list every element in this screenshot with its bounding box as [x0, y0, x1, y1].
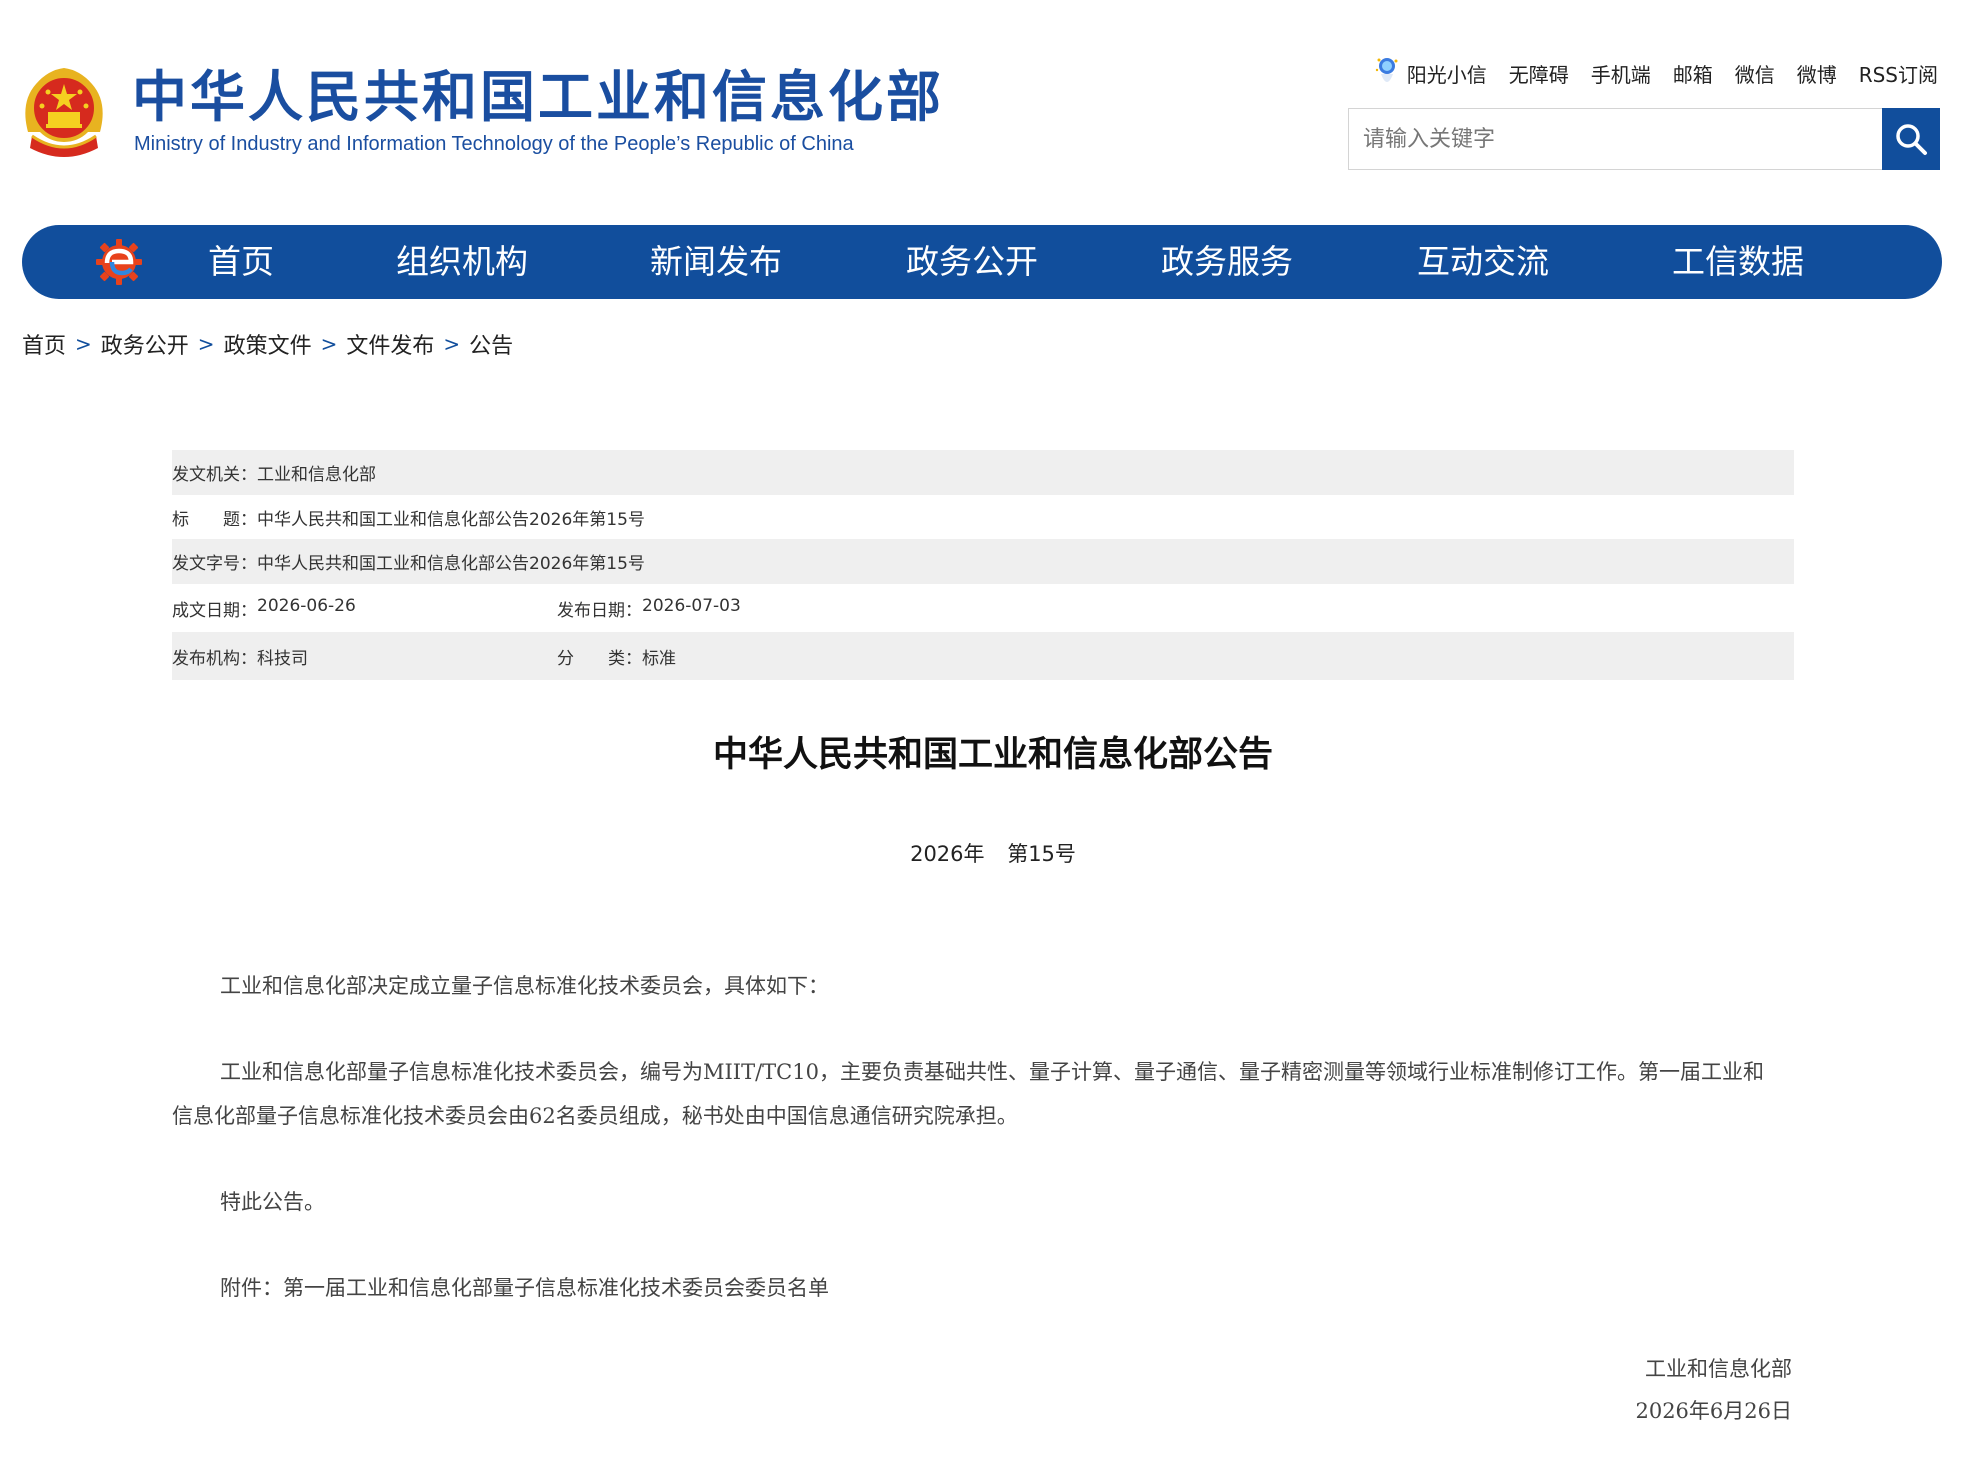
meta-label: 发文字号： — [172, 554, 257, 574]
document-number: 2026年 第15号 — [910, 842, 1076, 866]
meta-value-published: 2026-07-03 — [642, 595, 741, 616]
quicklink-wechat[interactable]: 微信 — [1735, 59, 1775, 88]
nav-item-news[interactable]: 新闻发布 — [650, 225, 782, 299]
site-title: 中华人民共和国工业和信息化部 — [132, 65, 945, 129]
meta-label: 成文日期： — [172, 600, 257, 621]
quicklink-sunny-xiaoxin[interactable]: 阳光小信 — [1373, 56, 1487, 90]
meta-value-category: 标准 — [642, 648, 676, 669]
quicklink-accessibility[interactable]: 无障碍 — [1509, 59, 1569, 88]
quicklink-weibo[interactable]: 微博 — [1797, 59, 1837, 88]
meta-row-title: 标 题： 中华人民共和国工业和信息化部公告2026年第15号 — [172, 495, 1794, 539]
breadcrumb-home[interactable]: 首页 — [22, 328, 66, 360]
meta-row-issuer: 发文机关： 工业和信息化部 — [172, 450, 1794, 495]
breadcrumb-document-release[interactable]: 文件发布 — [346, 328, 434, 360]
meta-row-docno: 发文字号： 中华人民共和国工业和信息化部公告2026年第15号 — [172, 539, 1794, 584]
quicklink-rss[interactable]: RSS订阅 — [1859, 59, 1938, 88]
nav-item-organization[interactable]: 组织机构 — [396, 225, 528, 299]
breadcrumb-announcement[interactable]: 公告 — [469, 328, 513, 360]
meta-row-dates: 成文日期： 2026-06-26 发布日期： 2026-07-03 — [172, 584, 1794, 632]
nav-item-data[interactable]: 工信数据 — [1672, 225, 1804, 299]
sunny-mascot-icon — [1375, 58, 1398, 82]
breadcrumb-separator: > — [320, 332, 338, 356]
quicklink-label: 阳光小信 — [1406, 62, 1487, 87]
document-meta-table: 发文机关： 工业和信息化部 标 题： 中华人民共和国工业和信息化部公告2026年… — [172, 450, 1794, 680]
signature-org: 工业和信息化部 — [1645, 1357, 1792, 1381]
body-paragraph: 特此公告。 — [220, 1190, 325, 1214]
breadcrumb-government-affairs[interactable]: 政务公开 — [101, 328, 189, 360]
meta-label: 分 类： — [557, 648, 642, 669]
nav-item-interaction[interactable]: 互动交流 — [1417, 225, 1549, 299]
miit-logo-icon — [96, 239, 142, 285]
meta-label: 标 题： — [172, 509, 257, 530]
nav-item-home[interactable]: 首页 — [208, 225, 274, 299]
signature-date: 2026年6月26日 — [1635, 1399, 1792, 1423]
breadcrumb-policy-documents[interactable]: 政策文件 — [224, 328, 312, 360]
breadcrumb: 首页 > 政务公开 > 政策文件 > 文件发布 > 公告 — [22, 328, 513, 360]
breadcrumb-separator: > — [197, 332, 215, 356]
meta-value-created: 2026-06-26 — [257, 595, 356, 616]
search-box — [1348, 108, 1940, 170]
breadcrumb-separator: > — [75, 332, 92, 356]
meta-row-org: 发布机构： 科技司 分 类： 标准 — [172, 632, 1794, 680]
nav-item-government-services[interactable]: 政务服务 — [1161, 225, 1293, 299]
meta-value-org: 科技司 — [257, 648, 308, 669]
quick-links: 阳光小信 无障碍 手机端 邮箱 微信 微博 RSS订阅 — [1373, 57, 1938, 89]
meta-label: 发布日期： — [557, 600, 642, 621]
site-subtitle: Ministry of Industry and Information Tec… — [134, 133, 854, 155]
attachment-link[interactable]: 附件：第一届工业和信息化部量子信息标准化技术委员会委员名单 — [172, 1266, 1772, 1310]
main-nav: 首页 组织机构 新闻发布 政务公开 政务服务 互动交流 工信数据 — [22, 225, 1942, 299]
body-paragraph: 工业和信息化部决定成立量子信息标准化技术委员会，具体如下： — [220, 974, 829, 998]
quicklink-mailbox[interactable]: 邮箱 — [1673, 59, 1713, 88]
meta-value-title: 中华人民共和国工业和信息化部公告2026年第15号 — [257, 509, 645, 530]
meta-label: 发文机关： — [172, 465, 257, 485]
nav-item-government-affairs[interactable]: 政务公开 — [906, 225, 1038, 299]
national-emblem-icon — [25, 68, 103, 157]
quicklink-mobile[interactable]: 手机端 — [1591, 59, 1651, 88]
search-icon — [1896, 124, 1927, 155]
document-title: 中华人民共和国工业和信息化部公告 — [712, 735, 1273, 775]
meta-value-docno: 中华人民共和国工业和信息化部公告2026年第15号 — [257, 554, 645, 574]
meta-value-issuer: 工业和信息化部 — [257, 465, 376, 485]
body-paragraph: 工业和信息化部量子信息标准化技术委员会，编号为MIIT/TC10，主要负责基础共… — [172, 1060, 1764, 1128]
search-button[interactable] — [1882, 108, 1940, 170]
breadcrumb-separator: > — [443, 332, 461, 356]
meta-label: 发布机构： — [172, 648, 257, 669]
search-input[interactable] — [1349, 109, 1879, 169]
